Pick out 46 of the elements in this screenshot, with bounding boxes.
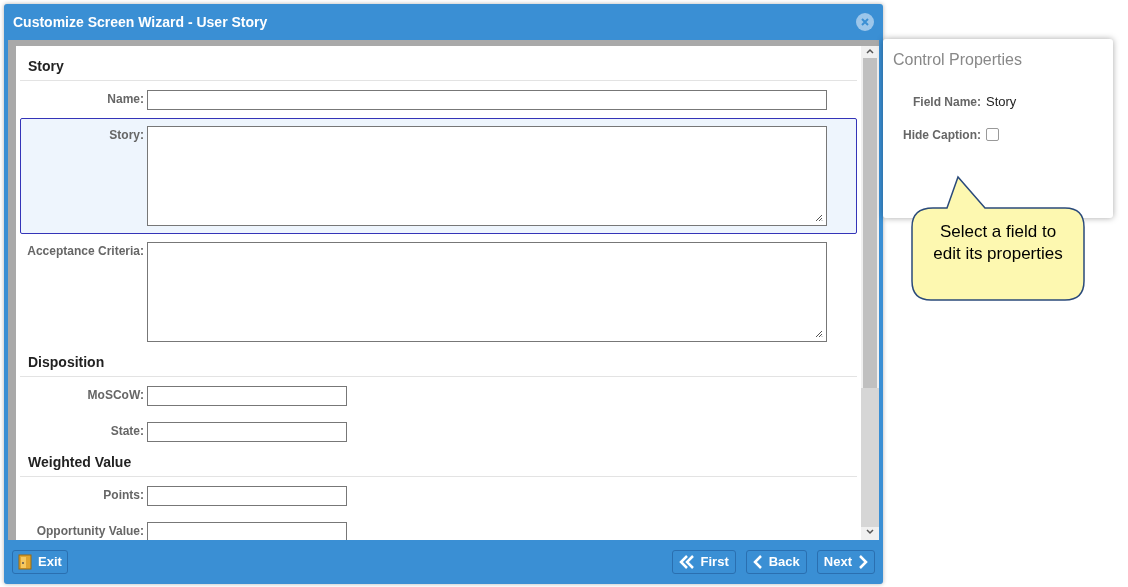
field-label: Story: (108, 127, 145, 143)
section-heading: Story (20, 56, 857, 81)
text-area[interactable] (147, 126, 827, 226)
window-title: Customize Screen Wizard - User Story (13, 12, 268, 32)
scrollbar[interactable] (861, 46, 879, 540)
property-label: Field Name: (912, 93, 982, 111)
close-icon (861, 18, 869, 26)
callout-text: Select a field to edit its properties (932, 221, 1064, 265)
field-label: Acceptance Criteria: (26, 243, 145, 259)
text-area[interactable] (147, 242, 827, 342)
checkbox[interactable] (986, 128, 999, 141)
nav-button[interactable]: Next (816, 550, 875, 574)
selected-field-row[interactable]: Story: (20, 118, 857, 234)
resize-grip-icon (815, 214, 823, 222)
field-row[interactable]: Acceptance Criteria: (20, 234, 857, 350)
field-row[interactable]: Name: (20, 82, 857, 118)
nav-button[interactable]: Back (745, 550, 807, 574)
chevron-left-icon (752, 554, 763, 570)
property-value: Story (986, 93, 1017, 111)
field-row[interactable]: MoSCoW: (20, 378, 857, 414)
resize-grip-icon (815, 330, 823, 338)
input-field[interactable] (147, 522, 347, 540)
field-label: Opportunity Value: (35, 523, 145, 539)
field-label: MoSCoW: (86, 387, 145, 403)
exit-button[interactable]: Exit (12, 550, 68, 574)
input-field[interactable] (147, 90, 827, 110)
field-row[interactable]: State: (20, 414, 857, 450)
double-chevron-left-icon (678, 554, 695, 570)
input-field[interactable] (147, 386, 347, 406)
input-field[interactable] (147, 486, 347, 506)
chevron-right-icon (858, 554, 868, 570)
door-icon (18, 554, 32, 570)
scroll-thumb[interactable] (863, 58, 877, 388)
field-label: Points: (102, 487, 145, 503)
scroll-up-icon (865, 46, 875, 56)
nav-button[interactable]: First (671, 550, 736, 574)
field-label: State: (109, 423, 145, 439)
field-row[interactable]: Points: (20, 478, 857, 514)
section-heading: Weighted Value (20, 452, 857, 477)
property-label: Hide Caption: (902, 126, 982, 144)
field-row[interactable]: Opportunity Value: (20, 514, 857, 540)
field-label: Name: (106, 91, 145, 107)
panel-title: Control Properties (893, 50, 1023, 70)
section-heading: Disposition (20, 352, 857, 377)
scroll-down-icon (865, 527, 875, 537)
input-field[interactable] (147, 422, 347, 442)
